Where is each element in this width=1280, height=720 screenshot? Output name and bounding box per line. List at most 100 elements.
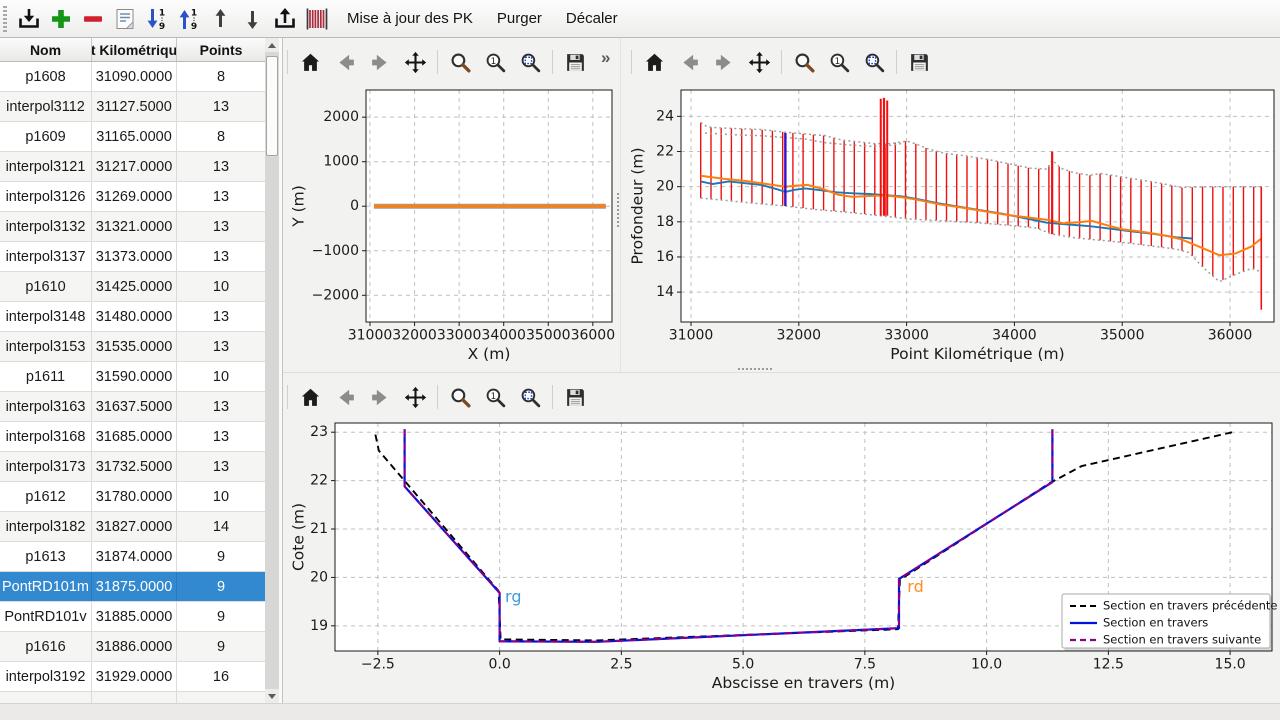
svg-text:35000: 35000: [526, 328, 571, 344]
y-axis-label: Profondeur (m): [629, 147, 647, 264]
table-row[interactable]: p160931165.00008: [0, 122, 266, 152]
table-row[interactable]: p160831090.00008: [0, 62, 266, 92]
mpl-forward-button[interactable]: [367, 49, 393, 75]
mpl-pan-button[interactable]: [746, 49, 772, 75]
mpl-home-button[interactable]: [297, 49, 323, 75]
table-row[interactable]: interpol317331732.500013: [0, 452, 266, 482]
table-cell: 31929.0000: [92, 662, 177, 691]
table-row[interactable]: interpol319231929.000016: [0, 662, 266, 692]
table-row[interactable]: PontRD101v31885.00009: [0, 602, 266, 632]
toolbar-separator: [437, 385, 438, 409]
import-button[interactable]: [13, 3, 45, 35]
shift-button[interactable]: Décaler: [556, 4, 628, 33]
mpl-forward-button[interactable]: [711, 49, 737, 75]
table-cell: PontRD101m: [0, 572, 92, 601]
mpl-save-button[interactable]: [906, 49, 932, 75]
mpl-zoom-one-button[interactable]: 1: [482, 49, 508, 75]
table-row[interactable]: interpol313231321.000013: [0, 212, 266, 242]
notes-button[interactable]: [109, 3, 141, 35]
scroll-down-button[interactable]: [265, 689, 279, 703]
y-axis-label: Y (m): [290, 185, 308, 228]
table-row[interactable]: interpol318231827.000014: [0, 512, 266, 542]
table-cell: interpol3121: [0, 152, 92, 181]
svg-text:21: 21: [310, 521, 328, 537]
mpl-zoom-fit-button[interactable]: [517, 384, 543, 410]
toolbar-overflow-chevron[interactable]: »: [601, 48, 610, 68]
table-cell: interpol3126: [0, 182, 92, 211]
mpl-zoom-button[interactable]: [447, 49, 473, 75]
mpl-pan-button[interactable]: [402, 384, 428, 410]
column-header-points[interactable]: Points: [177, 38, 266, 61]
horizontal-splitter-handle[interactable]: [738, 368, 772, 371]
toolbar-drag-handle[interactable]: [3, 6, 7, 32]
table-row[interactable]: p161631886.00009: [0, 632, 266, 662]
table-row[interactable]: p161131590.000010: [0, 362, 266, 392]
mpl-zoom-one-button[interactable]: 1: [482, 384, 508, 410]
remove-icon: [80, 6, 106, 32]
mpl-zoom-fit-button[interactable]: [517, 49, 543, 75]
sort-desc-button[interactable]: 19: [141, 3, 173, 35]
mpl-pan-button[interactable]: [402, 49, 428, 75]
export-button[interactable]: [269, 3, 301, 35]
column-header-nom[interactable]: Nom: [0, 38, 92, 61]
plot-annotation-rd: rd: [907, 577, 923, 596]
table-cell: 31685.0000: [92, 422, 177, 451]
mpl-zoom-fit-button[interactable]: [861, 49, 887, 75]
move-up-button[interactable]: [205, 3, 237, 35]
mpl-home-button[interactable]: [641, 49, 667, 75]
cross-section-panel: rgrd−2.50.02.55.07.510.012.515.019202122…: [283, 372, 1280, 703]
table-row[interactable]: interpol311231127.500013: [0, 92, 266, 122]
scrollbar-thumb[interactable]: [266, 56, 278, 156]
table-row[interactable]: p161231780.000010: [0, 482, 266, 512]
mpl-zoom-button[interactable]: [791, 49, 817, 75]
table-row[interactable]: interpol314831480.000013: [0, 302, 266, 332]
table-cell: 31165.0000: [92, 122, 177, 151]
table-row[interactable]: interpol316831685.000013: [0, 422, 266, 452]
sort-asc-button[interactable]: 19: [173, 3, 205, 35]
table-cell: 13: [177, 452, 266, 481]
mpl-back-button[interactable]: [332, 49, 358, 75]
column-header-pk[interactable]: t Kilométriqu: [92, 38, 177, 61]
mpl-back-button[interactable]: [676, 49, 702, 75]
scroll-up-button[interactable]: [265, 38, 279, 52]
purge-button[interactable]: Purger: [487, 4, 552, 33]
forward-icon: [713, 51, 736, 74]
table-scrollbar[interactable]: [265, 38, 279, 703]
table-row[interactable]: interpol312631269.000013: [0, 182, 266, 212]
back-icon: [334, 51, 357, 74]
table-row[interactable]: interpol313731373.000013: [0, 242, 266, 272]
toolbar-separator: [437, 50, 438, 74]
table-cell: interpol3112: [0, 92, 92, 121]
svg-text:2000: 2000: [323, 109, 359, 125]
table-row[interactable]: p161031425.000010: [0, 272, 266, 302]
mpl-save-button[interactable]: [562, 384, 588, 410]
svg-text:−2000: −2000: [312, 287, 359, 303]
mpl-save-button[interactable]: [562, 49, 588, 75]
table-cell: 31886.0000: [92, 632, 177, 661]
table-row[interactable]: interpol316331637.500013: [0, 392, 266, 422]
mpl-back-button[interactable]: [332, 384, 358, 410]
toolbar-separator: [781, 50, 782, 74]
mpl-forward-button[interactable]: [367, 384, 393, 410]
move-down-button[interactable]: [237, 3, 269, 35]
mpl-zoom-button[interactable]: [447, 384, 473, 410]
xy-plan-figure: 310003200033000340003500036000−2000−1000…: [283, 38, 620, 372]
mpl-zoom-one-button[interactable]: 1: [826, 49, 852, 75]
mpl-home-button[interactable]: [297, 384, 323, 410]
vertical-splitter-handle[interactable]: [617, 193, 620, 227]
table-cell: [177, 692, 266, 703]
fig-profil-canvas: 3100032000330003400035000360001416182022…: [621, 38, 1280, 372]
table-row[interactable]: PontRD101m31875.00009: [0, 572, 266, 602]
table-row[interactable]: interpol312131217.000013: [0, 152, 266, 182]
svg-text:24: 24: [656, 108, 674, 124]
table-cell: 13: [177, 182, 266, 211]
plots-area: 310003200033000340003500036000−2000−1000…: [283, 38, 1280, 703]
table-row[interactable]: interpol315331535.000013: [0, 332, 266, 362]
sort-asc-icon: 19: [176, 6, 202, 32]
remove-button[interactable]: [77, 3, 109, 35]
table-row[interactable]: p161331874.00009: [0, 542, 266, 572]
update-pk-button[interactable]: Mise à jour des PK: [337, 4, 483, 33]
sections-button[interactable]: [301, 3, 333, 35]
add-button[interactable]: [45, 3, 77, 35]
table-cell: 31535.0000: [92, 332, 177, 361]
